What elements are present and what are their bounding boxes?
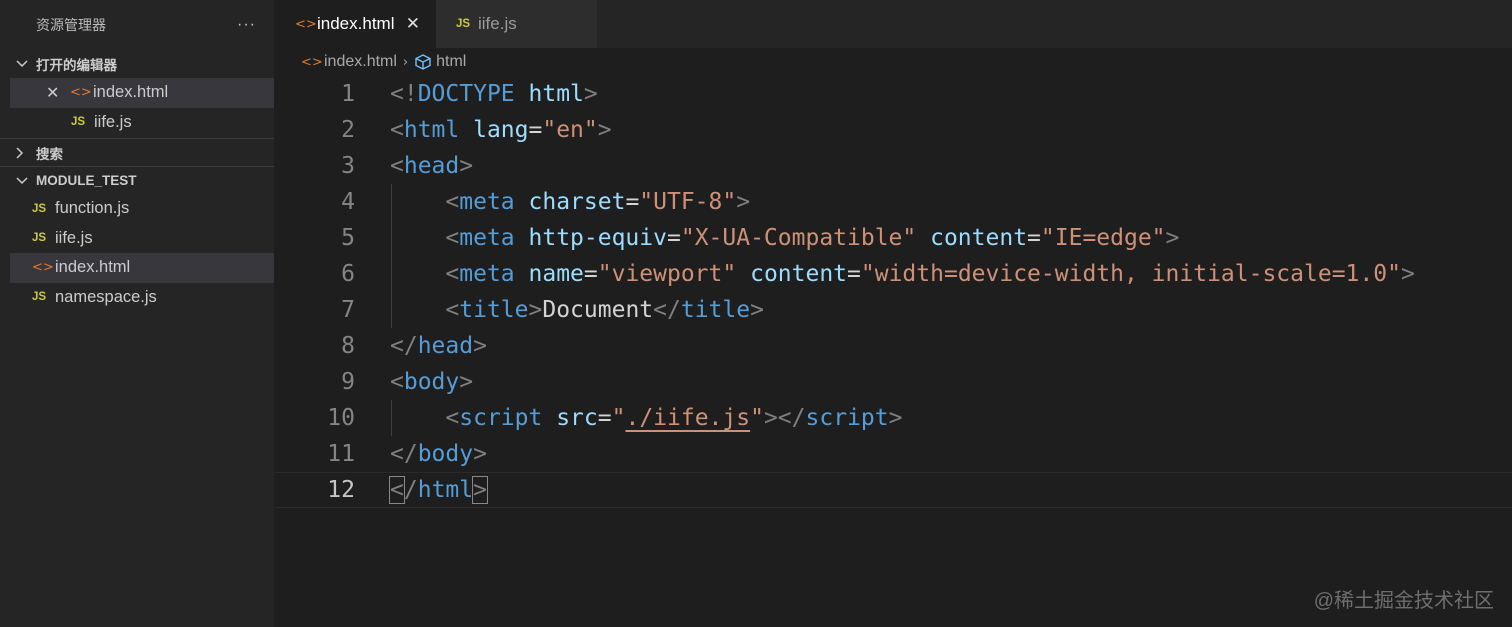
js-file-icon: JS xyxy=(32,202,47,215)
line-number: 9 xyxy=(341,369,355,395)
chevron-down-icon xyxy=(16,176,36,185)
code-text: <meta name="viewport" content="width=dev… xyxy=(445,261,1415,287)
file-item-function-js[interactable]: JS function.js xyxy=(10,194,274,224)
close-icon[interactable]: ✕ xyxy=(46,83,70,102)
open-editor-label: iife.js xyxy=(94,112,132,131)
line-number: 12 xyxy=(327,477,355,503)
line-number: 5 xyxy=(341,225,355,251)
watermark: @稀土掘金技术社区 xyxy=(1313,590,1494,612)
close-icon[interactable]: ✕ xyxy=(406,14,420,34)
code-line: 8 </head> xyxy=(275,328,1512,364)
line-number: 1 xyxy=(341,81,355,107)
file-label: index.html xyxy=(55,258,131,277)
line-number: 8 xyxy=(341,333,355,359)
symbol-cube-icon xyxy=(414,54,432,70)
tab-bar: <> index.html ✕ JS iife.js xyxy=(275,0,1512,48)
line-number: 10 xyxy=(327,405,355,431)
explorer-sidebar: 资源管理器 ··· 打开的编辑器 ✕ <> index.html JS iife… xyxy=(0,0,275,627)
tab-label: iife.js xyxy=(478,14,517,33)
editor-area: <> index.html ✕ JS iife.js <> index.html… xyxy=(275,0,1512,627)
code-text: </html> xyxy=(389,476,488,504)
script-src-link[interactable]: ./iife.js xyxy=(625,405,750,431)
open-editors-header[interactable]: 打开的编辑器 xyxy=(0,50,274,78)
code-line: 6 <meta name="viewport" content="width=d… xyxy=(275,256,1512,292)
code-text: <html lang="en"> xyxy=(390,117,612,143)
code-text: <body> xyxy=(390,369,474,395)
line-number: 7 xyxy=(341,297,355,323)
html-file-icon: <> xyxy=(301,54,323,70)
file-item-index-html[interactable]: <> index.html xyxy=(10,253,274,283)
open-editor-item-iife-js[interactable]: JS iife.js xyxy=(10,108,274,138)
more-actions-icon[interactable]: ··· xyxy=(237,16,256,34)
code-text: <!DOCTYPE html> xyxy=(390,81,598,107)
code-text: <meta http-equiv="X-UA-Compatible" conte… xyxy=(445,225,1180,251)
file-item-iife-js[interactable]: JS iife.js xyxy=(10,224,274,254)
code-text: <title>Document</title> xyxy=(445,297,764,323)
file-label: iife.js xyxy=(55,228,93,247)
line-number: 11 xyxy=(327,441,355,467)
code-line: 11 </body> xyxy=(275,436,1512,472)
chevron-down-icon xyxy=(16,60,36,68)
open-editor-label: index.html xyxy=(93,83,169,102)
breadcrumb: <> index.html › html xyxy=(275,48,1512,76)
breadcrumb-file[interactable]: index.html xyxy=(324,53,397,71)
file-label: function.js xyxy=(55,199,130,218)
search-section-label: 搜索 xyxy=(36,146,63,162)
html-file-icon: <> xyxy=(70,85,92,101)
js-file-icon: JS xyxy=(456,18,471,30)
code-text: <head> xyxy=(390,153,474,179)
tab-label: index.html xyxy=(317,14,395,33)
file-label: namespace.js xyxy=(55,287,157,306)
search-section-header[interactable]: 搜索 xyxy=(0,138,274,166)
code-text: </head> xyxy=(390,333,487,359)
code-editor[interactable]: 1 <!DOCTYPE html> 2 <html lang="en"> 3 <… xyxy=(275,76,1512,508)
code-line: 1 <!DOCTYPE html> xyxy=(275,76,1512,112)
project-name: MODULE_TEST xyxy=(36,173,137,188)
breadcrumb-symbol[interactable]: html xyxy=(436,53,466,71)
file-item-namespace-js[interactable]: JS namespace.js xyxy=(10,283,274,313)
code-text: <meta charset="UTF-8"> xyxy=(445,189,751,215)
code-text: </body> xyxy=(390,441,487,467)
explorer-title-bar: 资源管理器 ··· xyxy=(0,0,274,50)
code-line: 7 <title>Document</title> xyxy=(275,292,1512,328)
code-text: <script src="./iife.js"></script> xyxy=(445,405,903,431)
line-number: 6 xyxy=(341,261,355,287)
code-line: 4 <meta charset="UTF-8"> xyxy=(275,184,1512,220)
code-line: 5 <meta http-equiv="X-UA-Compatible" con… xyxy=(275,220,1512,256)
open-editors-label: 打开的编辑器 xyxy=(36,58,117,73)
tab-iife-js[interactable]: JS iife.js xyxy=(436,0,597,48)
code-line: 2 <html lang="en"> xyxy=(275,112,1512,148)
code-line: 9 <body> xyxy=(275,364,1512,400)
js-file-icon: JS xyxy=(32,232,47,245)
js-file-icon: JS xyxy=(71,116,86,129)
code-line: 3 <head> xyxy=(275,148,1512,184)
html-file-icon: <> xyxy=(295,16,317,32)
explorer-title: 资源管理器 xyxy=(36,17,106,33)
js-file-icon: JS xyxy=(32,291,47,304)
project-section-header[interactable]: MODULE_TEST xyxy=(0,166,274,194)
html-file-icon: <> xyxy=(32,260,54,276)
chevron-right-icon: › xyxy=(402,54,409,70)
code-line: 10 <script src="./iife.js"></script> xyxy=(275,400,1512,436)
tab-index-html[interactable]: <> index.html ✕ xyxy=(275,0,436,48)
open-editor-item-index-html[interactable]: ✕ <> index.html xyxy=(10,78,274,108)
code-line-current: 12 </html> xyxy=(275,472,1512,508)
line-number: 3 xyxy=(341,153,355,179)
line-number: 2 xyxy=(341,117,355,143)
line-number: 4 xyxy=(341,189,355,215)
chevron-right-icon xyxy=(16,146,36,159)
